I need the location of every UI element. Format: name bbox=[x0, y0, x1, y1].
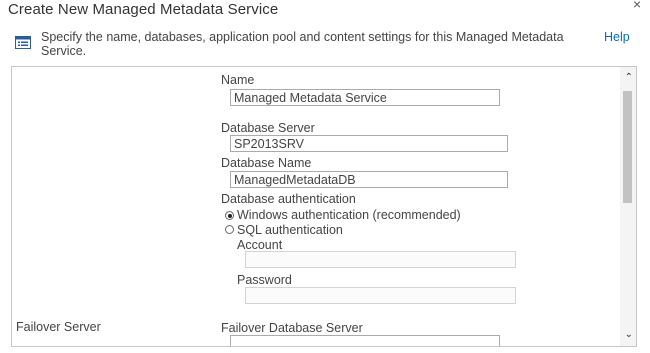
database-server-label: Database Server bbox=[221, 121, 315, 135]
create-service-dialog: Create New Managed Metadata Service × Sp… bbox=[0, 0, 650, 353]
sql-auth-radio[interactable] bbox=[225, 225, 234, 234]
failover-server-input[interactable] bbox=[230, 335, 500, 346]
database-auth-label: Database authentication bbox=[221, 192, 356, 206]
info-list-icon bbox=[15, 36, 31, 49]
name-input[interactable] bbox=[230, 89, 500, 106]
dialog-description: Specify the name, databases, application… bbox=[41, 30, 564, 58]
name-label: Name bbox=[221, 73, 255, 87]
scrollbar-thumb[interactable] bbox=[623, 91, 632, 203]
scroll-up-icon[interactable]: ⌃ bbox=[625, 72, 633, 83]
account-label: Account bbox=[237, 238, 283, 252]
database-name-input[interactable] bbox=[230, 171, 508, 188]
scroll-down-icon[interactable]: ⌄ bbox=[625, 329, 633, 340]
failover-server-label: Failover Database Server bbox=[221, 321, 363, 335]
vertical-scrollbar[interactable]: ⌃ ⌄ bbox=[620, 67, 636, 346]
windows-auth-radio[interactable] bbox=[225, 211, 234, 220]
windows-auth-label: Windows authentication (recommended) bbox=[237, 208, 461, 222]
sql-auth-label: SQL authentication bbox=[237, 223, 343, 237]
help-link[interactable]: Help bbox=[604, 30, 630, 44]
account-input[interactable] bbox=[245, 251, 516, 268]
database-server-input[interactable] bbox=[230, 135, 508, 152]
password-input[interactable] bbox=[245, 287, 516, 304]
close-icon[interactable]: × bbox=[633, 0, 641, 11]
settings-panel: Name Database Server Database Name Datab… bbox=[11, 66, 637, 347]
failover-section-label: Failover Server bbox=[16, 320, 101, 334]
password-label: Password bbox=[237, 273, 292, 287]
database-name-label: Database Name bbox=[221, 156, 312, 170]
dialog-title: Create New Managed Metadata Service bbox=[8, 1, 279, 18]
